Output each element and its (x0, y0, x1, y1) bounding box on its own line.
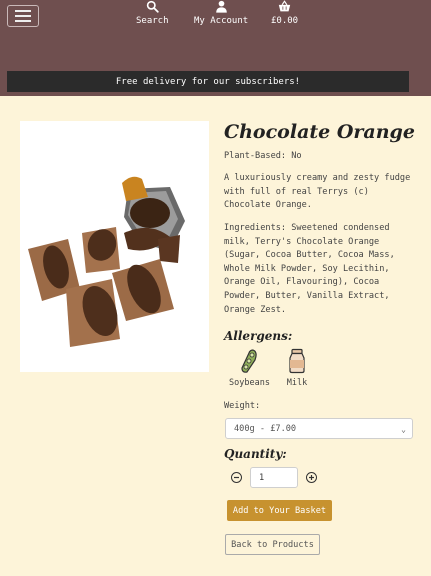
weight-selected-value: 400g - £7.00 (234, 423, 297, 434)
hamburger-icon-bar (15, 10, 31, 12)
nav-account-label: My Account (194, 16, 249, 26)
soybean-icon (241, 349, 258, 373)
nav-basket-total: £0.00 (271, 16, 299, 26)
nav-search-link[interactable]: Search (136, 0, 169, 26)
nav-basket-link[interactable]: £0.00 (271, 0, 298, 26)
allergens-heading: Allergens: (224, 329, 293, 343)
allergen-milk: Milk (286, 348, 308, 388)
quantity-stepper: 1 (231, 467, 317, 488)
quantity-input[interactable]: 1 (250, 467, 298, 488)
weight-select[interactable]: 400g - £7.00 ⌄ (225, 418, 413, 439)
allergen-soybeans: Soybeans (229, 348, 270, 388)
promo-banner: Free delivery for our subscribers! (7, 71, 409, 92)
minus-icon (234, 476, 239, 479)
search-icon (146, 0, 159, 13)
site-header: Search My Account £0.00 Free delivery fo… (0, 0, 431, 96)
chevron-down-icon: ⌄ (401, 425, 406, 434)
product-description: A luxuriously creamy and zesty fudge wit… (224, 173, 411, 211)
promo-banner-text: Free delivery for our subscribers! (115, 76, 301, 87)
product-ingredients: Ingredients: Sweetened condensed milk, T… (224, 223, 395, 315)
milk-bottle-icon (289, 348, 305, 374)
increment-quantity-button[interactable] (306, 472, 317, 483)
allergen-milk-label: Milk (286, 378, 308, 388)
hamburger-icon-bar (15, 15, 31, 17)
menu-toggle-button[interactable] (7, 5, 39, 27)
back-to-products-button[interactable]: Back to Products (225, 534, 320, 555)
shopping-basket-icon (278, 0, 291, 12)
plant-based-status: Plant-Based: No (224, 151, 302, 161)
add-to-basket-button[interactable]: Add to Your Basket (227, 500, 332, 521)
hamburger-icon-bar (15, 20, 31, 22)
plus-icon (309, 475, 314, 480)
quantity-heading: Quantity: (224, 447, 287, 461)
allergen-soybeans-label: Soybeans (229, 378, 270, 388)
decrement-quantity-button[interactable] (231, 472, 242, 483)
quantity-value: 1 (259, 472, 265, 483)
product-image (20, 121, 209, 372)
user-icon (215, 0, 227, 13)
nav-search-label: Search (136, 16, 169, 26)
product-title: Chocolate Orange (224, 121, 415, 143)
nav-account-link[interactable]: My Account (194, 0, 248, 26)
chocolate-orange-fudge-photo (28, 176, 185, 347)
weight-label: Weight: (224, 401, 261, 411)
